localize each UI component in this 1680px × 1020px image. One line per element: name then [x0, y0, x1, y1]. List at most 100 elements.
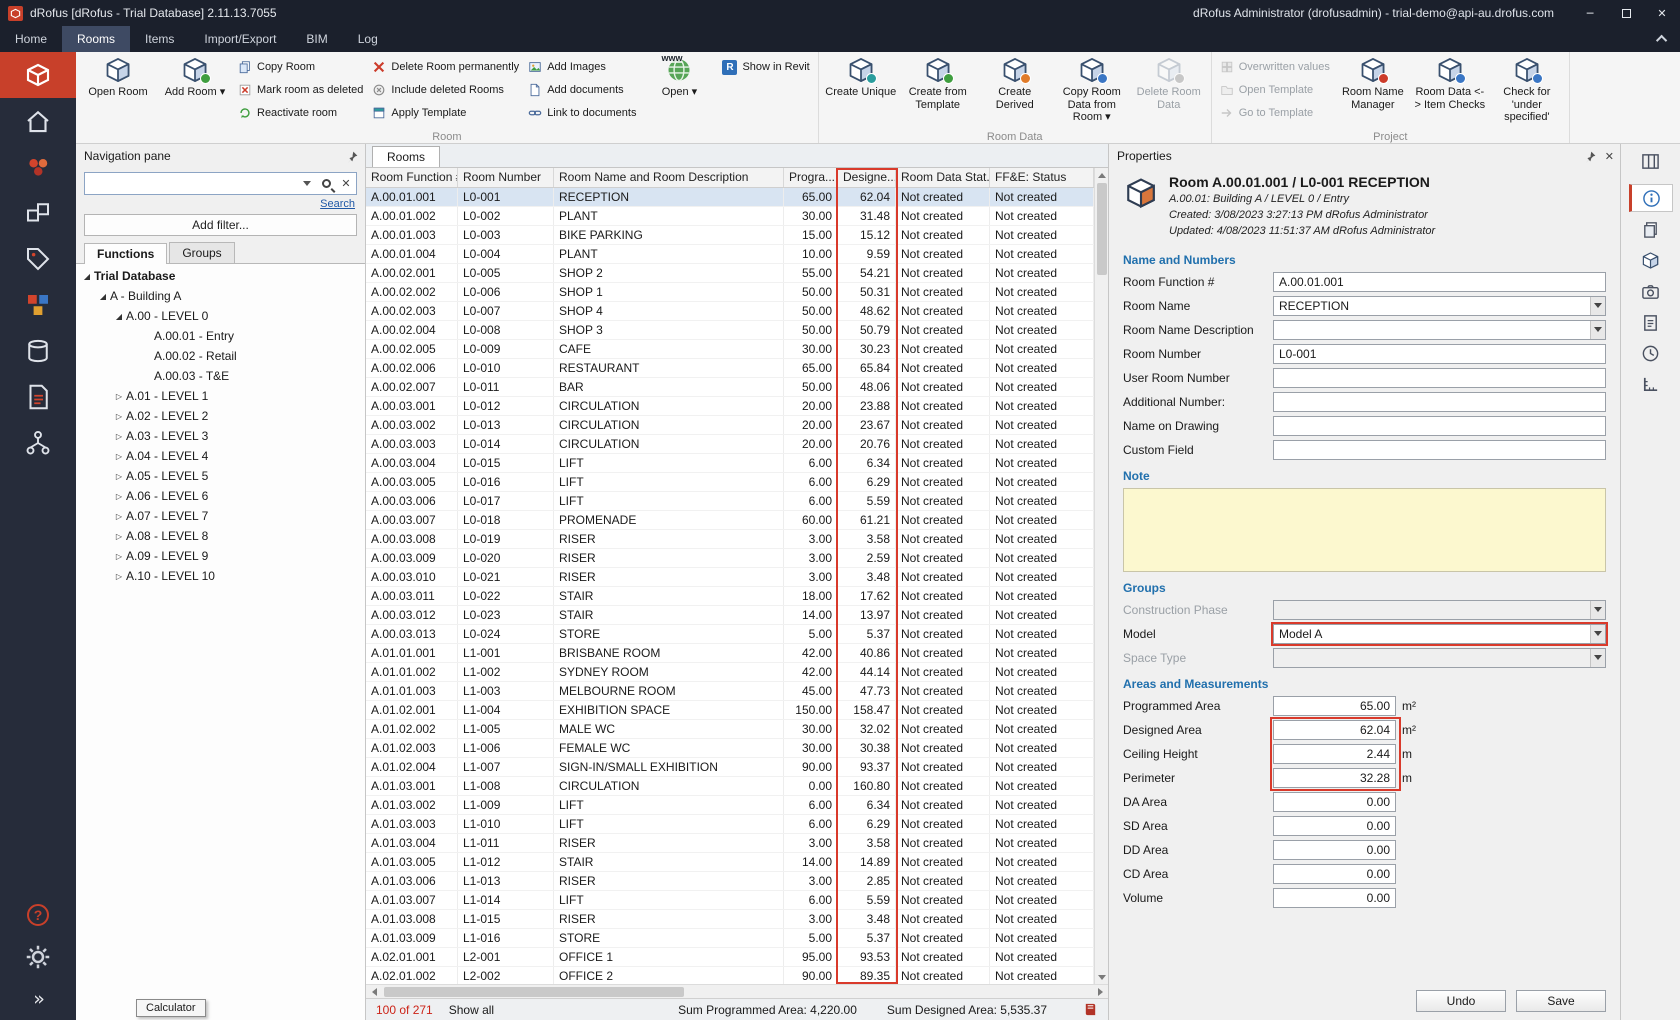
tree-item[interactable]: ▷ A.04 - LEVEL 4: [76, 446, 365, 466]
documents-tool[interactable]: [1629, 215, 1673, 243]
tree-item[interactable]: ▷ A.10 - LEVEL 10: [76, 566, 365, 586]
table-row[interactable]: A.00.03.002 L0-013 CIRCULATION 20.00 23.…: [366, 416, 1094, 435]
settings-button[interactable]: [0, 936, 76, 978]
table-row[interactable]: A.01.01.003 L1-003 MELBOURNE ROOM 45.00 …: [366, 682, 1094, 701]
navigation-tab[interactable]: Groups: [169, 242, 234, 263]
property-input[interactable]: [1273, 320, 1606, 340]
log-book-icon[interactable]: [1083, 1002, 1098, 1017]
info-tool[interactable]: [1629, 184, 1673, 212]
table-row[interactable]: A.00.03.006 L0-017 LIFT 6.00 5.59 Not cr…: [366, 492, 1094, 511]
ribbon-tab[interactable]: Import/Export: [189, 26, 291, 52]
sidebar-reports-module[interactable]: [0, 374, 76, 420]
property-select[interactable]: Model A: [1273, 624, 1606, 644]
delete-room-permanently-button[interactable]: Delete Room permanently: [369, 58, 522, 76]
tree-arrow-icon[interactable]: ▷: [112, 552, 126, 561]
include-deleted-rooms-button[interactable]: Include deleted Rooms: [369, 81, 522, 99]
table-row[interactable]: A.00.03.008 L0-019 RISER 3.00 3.58 Not c…: [366, 530, 1094, 549]
room-data-item-checks-button[interactable]: Room Data <-> Item Checks: [1413, 54, 1487, 129]
table-row[interactable]: A.01.03.008 L1-015 RISER 3.00 3.48 Not c…: [366, 910, 1094, 929]
close-properties-icon[interactable]: ✕: [1605, 150, 1614, 163]
column-header-designed[interactable]: Designe...: [838, 168, 896, 187]
dropdown-icon[interactable]: [1590, 601, 1605, 619]
show-all-link[interactable]: Show all: [449, 1003, 494, 1017]
table-row[interactable]: A.01.01.001 L1-001 BRISBANE ROOM 42.00 4…: [366, 644, 1094, 663]
expand-sidebar-button[interactable]: »: [0, 978, 76, 1020]
area-input[interactable]: 0.00: [1273, 816, 1396, 836]
property-select[interactable]: [1273, 648, 1606, 668]
dropdown-icon[interactable]: [1590, 297, 1605, 315]
save-button[interactable]: Save: [1516, 990, 1606, 1012]
overwritten-values-button[interactable]: Overwritten values: [1217, 58, 1333, 76]
property-input[interactable]: [1273, 368, 1606, 388]
table-row[interactable]: A.00.02.003 L0-007 SHOP 4 50.00 48.62 No…: [366, 302, 1094, 321]
area-input[interactable]: 0.00: [1273, 840, 1396, 860]
layout-tool[interactable]: [1629, 147, 1673, 175]
column-header-ffe-status[interactable]: FF&E: Status: [990, 168, 1094, 187]
go-to-template-button[interactable]: Go to Template: [1217, 104, 1333, 122]
tree-arrow-icon[interactable]: ▷: [112, 412, 126, 421]
table-row[interactable]: A.00.02.007 L0-011 BAR 50.00 48.06 Not c…: [366, 378, 1094, 397]
tree-arrow-icon[interactable]: ◢: [112, 312, 126, 321]
scroll-down-icon[interactable]: [1095, 970, 1108, 984]
tree-arrow-icon[interactable]: ▷: [112, 492, 126, 501]
rooms-tab[interactable]: Rooms: [372, 146, 440, 167]
dropdown-icon[interactable]: [1590, 625, 1605, 643]
table-row[interactable]: A.00.03.005 L0-016 LIFT 6.00 6.29 Not cr…: [366, 473, 1094, 492]
tree-item[interactable]: ◢ A - Building A: [76, 286, 365, 306]
table-row[interactable]: A.01.03.006 L1-013 RISER 3.00 2.85 Not c…: [366, 872, 1094, 891]
vertical-scrollbar[interactable]: [1094, 168, 1108, 984]
table-row[interactable]: A.01.03.004 L1-011 RISER 3.00 3.58 Not c…: [366, 834, 1094, 853]
table-row[interactable]: A.01.03.001 L1-008 CIRCULATION 0.00 160.…: [366, 777, 1094, 796]
table-row[interactable]: A.00.02.004 L0-008 SHOP 3 50.00 50.79 No…: [366, 321, 1094, 340]
scroll-up-icon[interactable]: [1095, 168, 1108, 182]
show-in-revit-button[interactable]: R Show in Revit: [719, 58, 812, 76]
table-row[interactable]: A.01.01.002 L1-002 SYDNEY ROOM 42.00 44.…: [366, 663, 1094, 682]
table-row[interactable]: A.00.03.007 L0-018 PROMENADE 60.00 61.21…: [366, 511, 1094, 530]
property-input[interactable]: [1273, 440, 1606, 460]
checklist-tool[interactable]: [1629, 308, 1673, 336]
collapse-ribbon-icon[interactable]: [1646, 26, 1680, 52]
column-header-room-number[interactable]: Room Number: [458, 168, 554, 187]
open-room-button[interactable]: Open Room: [81, 54, 155, 129]
table-row[interactable]: A.01.03.002 L1-009 LIFT 6.00 6.34 Not cr…: [366, 796, 1094, 815]
column-header-room-data-status[interactable]: Room Data Stat...: [896, 168, 990, 187]
table-row[interactable]: A.01.03.009 L1-016 STORE 5.00 5.37 Not c…: [366, 929, 1094, 948]
add-images-button[interactable]: Add Images: [525, 58, 639, 76]
navigation-tab[interactable]: Functions: [84, 243, 167, 264]
delete-room-data-button[interactable]: Delete Room Data: [1132, 54, 1206, 129]
tree-item[interactable]: A.00.03 - T&E: [76, 366, 365, 386]
tree-item[interactable]: ▷ A.05 - LEVEL 5: [76, 466, 365, 486]
table-row[interactable]: A.00.02.001 L0-005 SHOP 2 55.00 54.21 No…: [366, 264, 1094, 283]
area-input[interactable]: 0.00: [1273, 864, 1396, 884]
sidebar-data-module[interactable]: [0, 328, 76, 374]
sidebar-home-module[interactable]: [0, 98, 76, 144]
area-input[interactable]: 62.04: [1273, 720, 1396, 740]
horizontal-scrollbar-thumb[interactable]: [384, 987, 684, 997]
area-input[interactable]: 32.28: [1273, 768, 1396, 788]
table-row[interactable]: A.00.03.004 L0-015 LIFT 6.00 6.34 Not cr…: [366, 454, 1094, 473]
tree-arrow-icon[interactable]: ▷: [112, 512, 126, 521]
sidebar-hierarchy-module[interactable]: [0, 420, 76, 466]
copy-room-data-button[interactable]: Copy Room Data from Room ▾: [1055, 54, 1129, 129]
reactivate-room-button[interactable]: Reactivate room: [235, 104, 366, 122]
create-derived-button[interactable]: Create Derived: [978, 54, 1052, 129]
tree-item[interactable]: ▷ A.01 - LEVEL 1: [76, 386, 365, 406]
vertical-scrollbar-thumb[interactable]: [1097, 183, 1107, 275]
search-combo-icon[interactable]: [303, 181, 311, 186]
area-input[interactable]: 0.00: [1273, 888, 1396, 908]
table-row[interactable]: A.01.03.005 L1-012 STAIR 14.00 14.89 Not…: [366, 853, 1094, 872]
table-row[interactable]: A.00.01.002 L0-002 PLANT 30.00 31.48 Not…: [366, 207, 1094, 226]
property-select[interactable]: [1273, 600, 1606, 620]
search-button[interactable]: [316, 173, 336, 194]
tree-item[interactable]: ◢ Trial Database: [76, 266, 365, 286]
table-row[interactable]: A.00.01.003 L0-003 BIKE PARKING 15.00 15…: [366, 226, 1094, 245]
tree-arrow-icon[interactable]: ▷: [112, 472, 126, 481]
dropdown-icon[interactable]: [1590, 321, 1605, 339]
column-header-room-name[interactable]: Room Name and Room Description: [554, 168, 784, 187]
tree-item[interactable]: ▷ A.09 - LEVEL 9: [76, 546, 365, 566]
add-room-button[interactable]: Add Room ▾: [158, 54, 232, 129]
table-row[interactable]: A.00.03.003 L0-014 CIRCULATION 20.00 20.…: [366, 435, 1094, 454]
table-row[interactable]: A.01.02.004 L1-007 SIGN-IN/SMALL EXHIBIT…: [366, 758, 1094, 777]
scroll-left-icon[interactable]: [366, 988, 382, 996]
table-row[interactable]: A.02.01.001 L2-001 OFFICE 1 95.00 93.53 …: [366, 948, 1094, 967]
